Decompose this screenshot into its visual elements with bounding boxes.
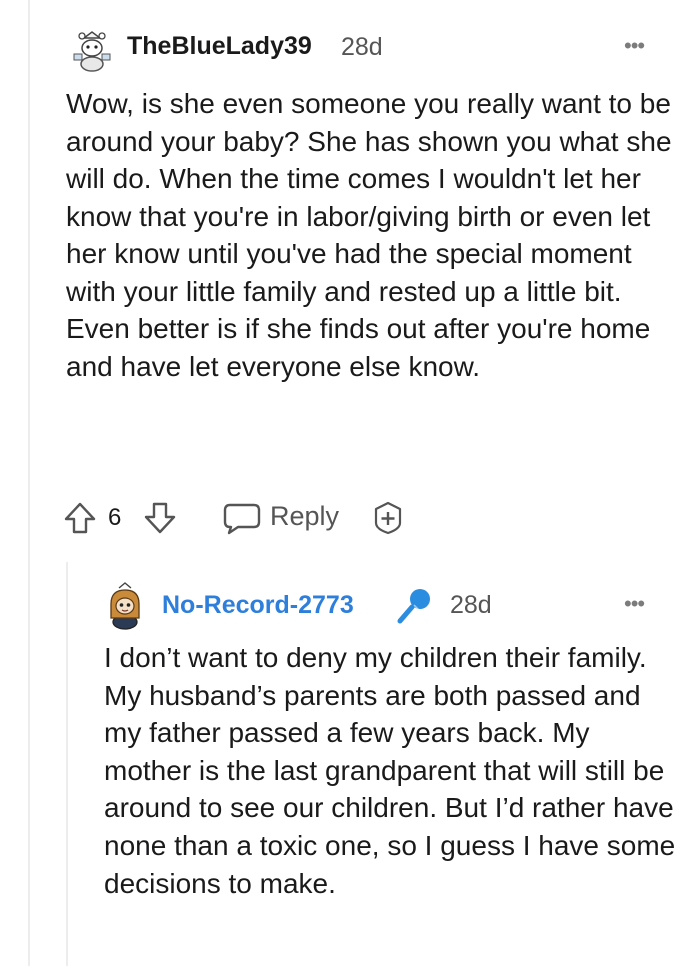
vote-score: 6 (108, 504, 122, 531)
comment-body: Wow, is she even someone you really want… (66, 88, 672, 382)
reply-button[interactable]: Reply (270, 501, 339, 532)
comment-body: I don’t want to deny my children their f… (104, 642, 676, 899)
thread-line-nested[interactable] (66, 562, 68, 966)
thread-line[interactable] (28, 0, 30, 966)
comment-actions: 6 Reply (62, 498, 462, 538)
award-plus-icon[interactable] (370, 500, 406, 536)
speech-bubble-icon[interactable] (222, 502, 262, 536)
avatar[interactable] (103, 582, 147, 630)
downvote-arrow-icon[interactable] (142, 500, 178, 536)
comment-author[interactable]: No-Record-2773 (162, 591, 354, 620)
upvote-arrow-icon[interactable] (62, 500, 98, 536)
comment-author[interactable]: TheBlueLady39 (127, 32, 312, 61)
comment-timestamp[interactable]: 28d (450, 591, 492, 620)
avatar[interactable] (70, 24, 114, 72)
snoo-avatar-icon (73, 31, 111, 72)
snoo-avatar-icon (110, 582, 140, 630)
more-options-button[interactable]: ••• (624, 591, 645, 617)
comment-timestamp[interactable]: 28d (341, 33, 383, 62)
more-options-button[interactable]: ••• (624, 33, 645, 59)
microphone-icon (394, 585, 434, 625)
